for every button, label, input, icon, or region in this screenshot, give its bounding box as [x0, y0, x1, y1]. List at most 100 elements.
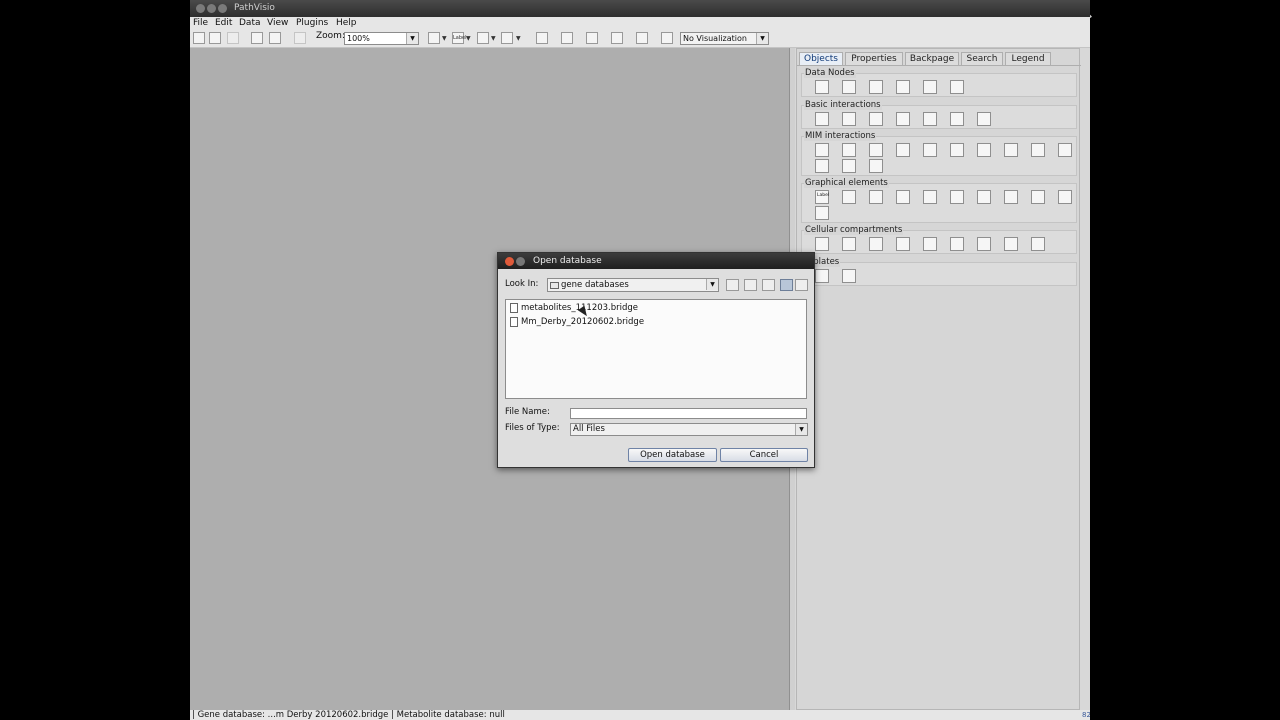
extracellular-region-icon[interactable]	[1031, 237, 1045, 251]
line-shape-icon[interactable]	[842, 190, 856, 204]
details-view-icon[interactable]	[795, 279, 808, 291]
close-icon[interactable]	[505, 257, 514, 266]
dashed-arrow-icon[interactable]	[896, 112, 910, 126]
image-icon[interactable]	[815, 206, 829, 220]
line-tool-icon[interactable]	[477, 32, 489, 44]
open-database-button[interactable]: Open database	[628, 448, 717, 462]
label-icon[interactable]: Label	[815, 190, 829, 204]
align-center-icon[interactable]	[536, 32, 548, 44]
menu-plugins[interactable]: Plugins	[296, 17, 328, 29]
stack-vertical-icon[interactable]	[586, 32, 598, 44]
nucleus-icon[interactable]	[842, 237, 856, 251]
shape-tool-icon[interactable]	[501, 32, 513, 44]
rounded-rectangle-icon[interactable]	[950, 190, 964, 204]
menu-view[interactable]: View	[267, 17, 288, 29]
up-folder-icon[interactable]	[726, 279, 739, 291]
tabs-divider	[797, 65, 1081, 66]
tab-properties[interactable]: Properties	[845, 52, 903, 65]
copy-icon[interactable]	[251, 32, 263, 44]
visualization-select[interactable]: No Visualization ▼	[680, 32, 769, 45]
arc-icon[interactable]	[869, 190, 883, 204]
file-list[interactable]: metabolites_111203.bridge Mm_Derby_20120…	[505, 299, 807, 399]
endoplasmic-reticulum-icon[interactable]	[869, 237, 883, 251]
tbar-icon[interactable]	[977, 112, 991, 126]
oval-icon[interactable]	[923, 190, 937, 204]
unknown-icon[interactable]	[950, 80, 964, 94]
stack-horizontal-icon[interactable]	[611, 32, 623, 44]
zoom-select[interactable]: 100% ▼	[344, 32, 419, 45]
mim-gap-icon[interactable]	[869, 159, 883, 173]
mim-conversion-icon[interactable]	[869, 143, 883, 157]
rna-icon[interactable]	[869, 80, 883, 94]
save-icon[interactable]	[227, 32, 239, 44]
mim-modification-icon[interactable]	[923, 143, 937, 157]
mim-stimulation-icon[interactable]	[896, 143, 910, 157]
list-view-icon[interactable]	[780, 279, 793, 291]
curved-arrow-icon[interactable]	[950, 112, 964, 126]
organelle-icon[interactable]	[977, 237, 991, 251]
window-close-button[interactable]	[196, 4, 205, 13]
minimize-icon[interactable]	[516, 257, 525, 266]
mim-binding-icon[interactable]	[842, 143, 856, 157]
list-item[interactable]: metabolites_111203.bridge	[509, 302, 638, 314]
window-maximize-button[interactable]	[218, 4, 227, 13]
mim-transcription-icon[interactable]	[842, 159, 856, 173]
metabolite-icon[interactable]	[923, 80, 937, 94]
label-tool-icon[interactable]: Label	[452, 32, 467, 44]
datanode-tool-icon[interactable]	[428, 32, 440, 44]
vesicle-icon[interactable]	[1004, 237, 1018, 251]
mim-necessary-stimulation-icon[interactable]	[815, 143, 829, 157]
mitochondria-icon[interactable]	[923, 237, 937, 251]
mim-cleavage-icon[interactable]	[1004, 143, 1018, 157]
chevron-down-icon[interactable]: ▼	[466, 35, 471, 42]
align-bottom-icon[interactable]	[636, 32, 648, 44]
pentagon-icon[interactable]	[1004, 190, 1018, 204]
mim-inhibition-icon[interactable]	[977, 143, 991, 157]
mim-covalent-bond-icon[interactable]	[1031, 143, 1045, 157]
cell-icon[interactable]	[815, 237, 829, 251]
mim-branching-left-icon[interactable]	[815, 159, 829, 173]
pathway-icon[interactable]	[896, 80, 910, 94]
elbow-arrow-icon[interactable]	[923, 112, 937, 126]
cancel-button[interactable]: Cancel	[720, 448, 808, 462]
menu-data[interactable]: Data	[239, 17, 261, 29]
files-of-type-select[interactable]: All Files ▼	[570, 423, 808, 436]
gene-icon[interactable]	[815, 80, 829, 94]
menu-help[interactable]: Help	[336, 17, 357, 29]
golgi-icon[interactable]	[896, 237, 910, 251]
arrow-icon[interactable]	[842, 112, 856, 126]
hexagon-icon[interactable]	[1031, 190, 1045, 204]
paste-icon[interactable]	[269, 32, 281, 44]
dashed-line-icon[interactable]	[869, 112, 883, 126]
template-reaction-icon[interactable]	[815, 269, 829, 283]
chevron-down-icon[interactable]: ▼	[491, 35, 496, 42]
chevron-down-icon[interactable]: ▼	[516, 35, 521, 42]
file-name-field[interactable]	[570, 408, 807, 419]
tab-backpage[interactable]: Backpage	[905, 52, 959, 65]
mim-catalysis-icon[interactable]	[950, 143, 964, 157]
open-folder-icon[interactable]	[209, 32, 221, 44]
rectangle-icon[interactable]	[896, 190, 910, 204]
brace-icon[interactable]	[1058, 190, 1072, 204]
undo-icon[interactable]	[294, 32, 306, 44]
chevron-down-icon[interactable]: ▼	[442, 35, 447, 42]
menu-file[interactable]: File	[193, 17, 208, 29]
protein-icon[interactable]	[842, 80, 856, 94]
window-minimize-button[interactable]	[207, 4, 216, 13]
menu-edit[interactable]: Edit	[215, 17, 232, 29]
tab-objects[interactable]: Objects	[799, 52, 843, 65]
line-icon[interactable]	[815, 112, 829, 126]
tab-legend[interactable]: Legend	[1005, 52, 1051, 65]
sarcoplasmic-reticulum-icon[interactable]	[950, 237, 964, 251]
tab-search[interactable]: Search	[961, 52, 1003, 65]
align-middle-icon[interactable]	[561, 32, 573, 44]
new-file-icon[interactable]	[193, 32, 205, 44]
mim-branching-icon[interactable]	[1058, 143, 1072, 157]
triangle-icon[interactable]	[977, 190, 991, 204]
look-in-select[interactable]: gene databases ▼	[547, 278, 719, 292]
template-inhibition-icon[interactable]	[842, 269, 856, 283]
home-icon[interactable]	[744, 279, 757, 291]
list-item[interactable]: Mm_Derby_20120602.bridge	[509, 316, 644, 328]
new-folder-icon[interactable]	[762, 279, 775, 291]
align-left-icon[interactable]	[661, 32, 673, 44]
